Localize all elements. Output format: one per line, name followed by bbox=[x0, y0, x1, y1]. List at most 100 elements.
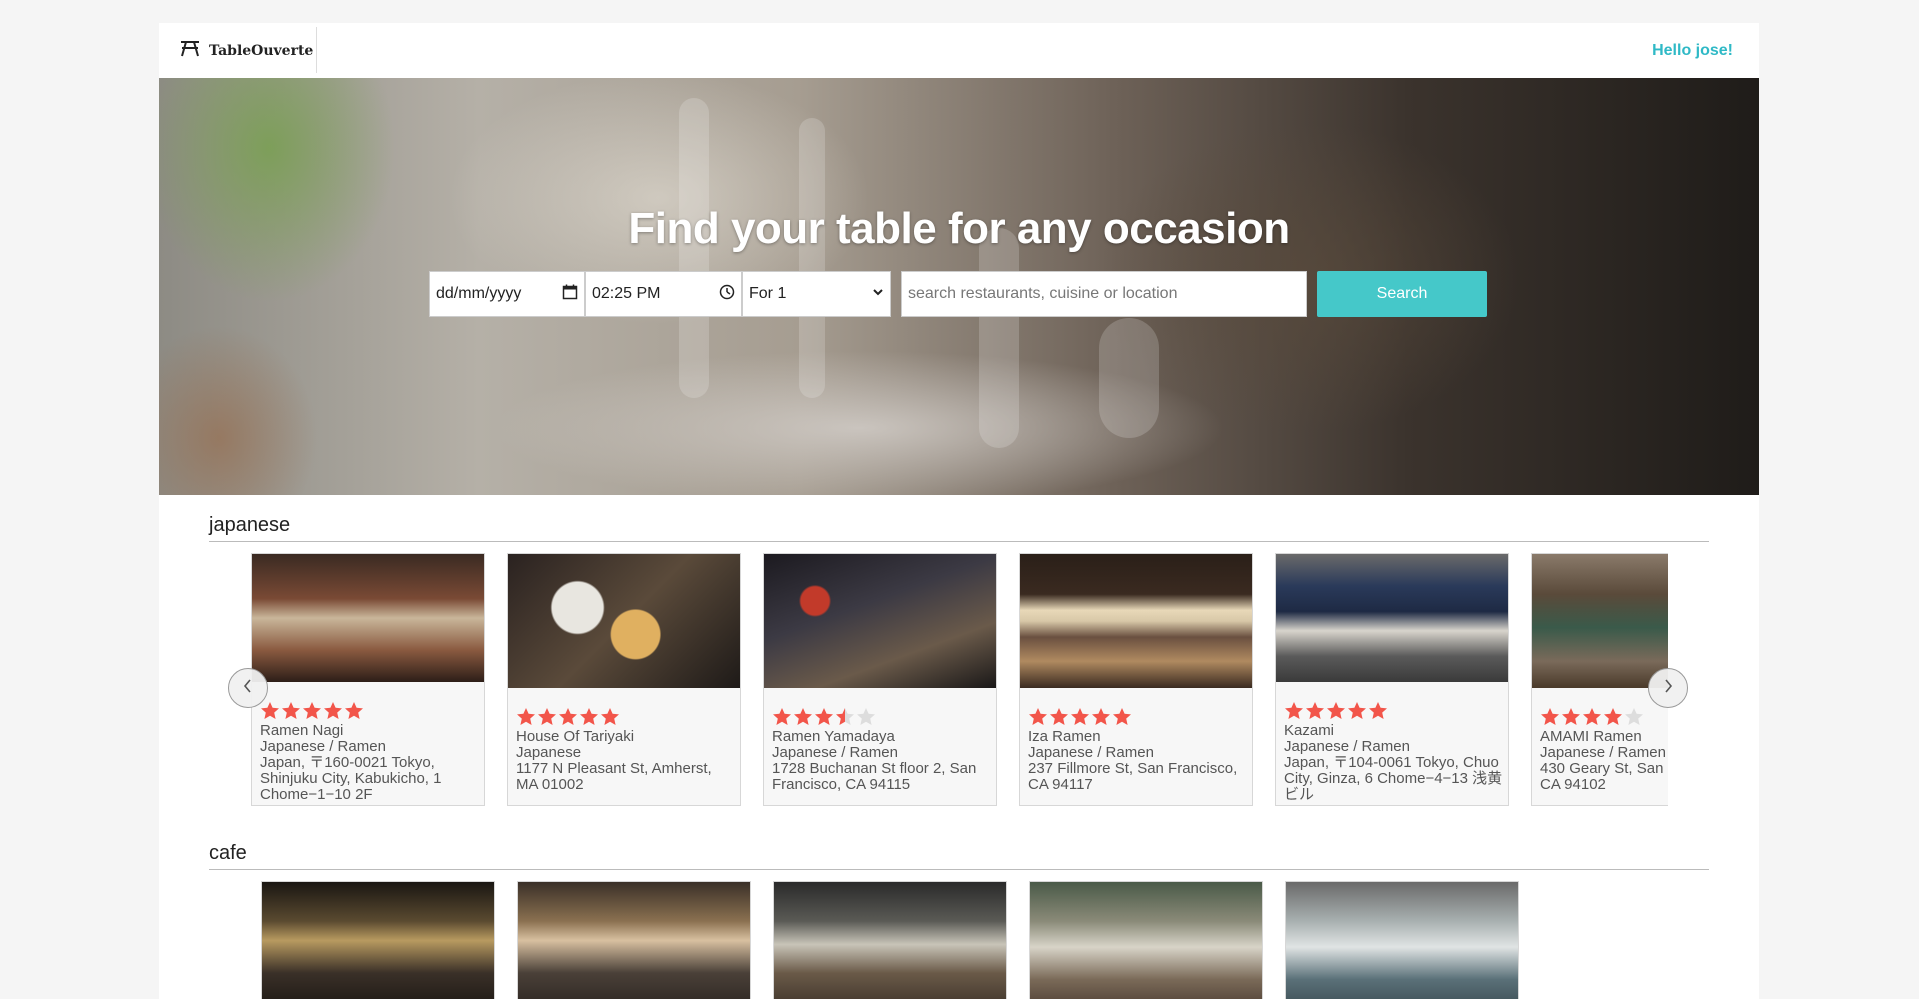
restaurant-carousel-japanese: Ramen Nagi Japanese / Ramen Japan, 〒160-… bbox=[251, 553, 1668, 807]
restaurant-name: Iza Ramen bbox=[1028, 728, 1101, 745]
star-icon bbox=[580, 708, 598, 725]
star-icon bbox=[1306, 702, 1324, 719]
star-rating bbox=[1028, 707, 1248, 726]
star-icon bbox=[1327, 702, 1345, 719]
card-body: Kazami Japanese / Ramen Japan, 〒104-0061… bbox=[1284, 701, 1504, 803]
restaurant-address: Japan, 〒160-0021 Tokyo, Shinjuku City, K… bbox=[260, 754, 442, 803]
restaurant-card[interactable] bbox=[261, 881, 495, 999]
card-body: AMAMI Ramen Japanese / Ramen 430 Geary S… bbox=[1540, 707, 1668, 793]
search-button[interactable]: Search bbox=[1317, 271, 1487, 317]
card-body: House Of Tariyaki Japanese 1177 N Pleasa… bbox=[516, 707, 736, 793]
restaurant-name: Kazami bbox=[1284, 722, 1335, 739]
star-icon bbox=[773, 708, 791, 725]
restaurant-address: 1177 N Pleasant St, Amherst, MA 01002 bbox=[516, 760, 712, 793]
carousel-next-button[interactable] bbox=[1648, 668, 1688, 708]
restaurant-address: Japan, 〒104-0061 Tokyo, Chuo City, Ginza… bbox=[1284, 754, 1503, 803]
restaurant-name: AMAMI Ramen bbox=[1540, 728, 1642, 745]
restaurant-name: Ramen Yamadaya bbox=[772, 728, 895, 745]
star-rating bbox=[1284, 701, 1504, 720]
hero-glass-decor bbox=[979, 228, 1019, 448]
restaurant-name: House Of Tariyaki bbox=[516, 728, 635, 745]
star-icon bbox=[282, 702, 300, 719]
restaurant-address: 1728 Buchanan St floor 2, San Francisco,… bbox=[772, 760, 977, 793]
carousel-prev-button[interactable] bbox=[228, 668, 268, 708]
star-icon bbox=[1348, 702, 1366, 719]
star-icon bbox=[1541, 708, 1559, 725]
restaurant-photo bbox=[774, 882, 1006, 999]
search-input-placeholder: search restaurants, cuisine or location bbox=[908, 285, 1178, 302]
star-icon bbox=[324, 702, 342, 719]
star-icon bbox=[261, 702, 279, 719]
chevron-down-icon bbox=[872, 285, 884, 303]
star-icon bbox=[517, 708, 535, 725]
party-size-select[interactable]: For 1 bbox=[742, 271, 891, 317]
restaurant-cuisine: Japanese bbox=[516, 744, 582, 761]
star-icon bbox=[559, 708, 577, 725]
restaurant-photo bbox=[1030, 882, 1262, 999]
restaurant-cuisine: Japanese / Ramen bbox=[1284, 738, 1410, 755]
star-icon bbox=[601, 708, 619, 725]
restaurant-card[interactable] bbox=[1285, 881, 1519, 999]
restaurant-card[interactable]: Ramen Yamadaya Japanese / Ramen 1728 Buc… bbox=[763, 553, 997, 806]
star-rating bbox=[260, 701, 480, 720]
star-rating bbox=[772, 707, 992, 726]
star-icon bbox=[1562, 708, 1580, 725]
hero-title: Find your table for any occasion bbox=[628, 204, 1290, 253]
hero-banner: Find your table for any occasion dd/mm/y… bbox=[159, 78, 1759, 495]
restaurant-carousel-cafe bbox=[251, 881, 1668, 999]
star-icon bbox=[1050, 708, 1068, 725]
restaurant-card[interactable] bbox=[517, 881, 751, 999]
restaurant-card[interactable] bbox=[773, 881, 1007, 999]
restaurant-cuisine: Japanese / Ramen bbox=[1028, 744, 1154, 761]
section-divider bbox=[209, 869, 1709, 870]
clock-icon bbox=[719, 284, 735, 305]
restaurant-photo bbox=[1532, 554, 1668, 688]
star-icon bbox=[1092, 708, 1110, 725]
restaurant-card[interactable] bbox=[1029, 881, 1263, 999]
hero-glass-decor bbox=[1099, 318, 1159, 438]
card-body: Iza Ramen Japanese / Ramen 237 Fillmore … bbox=[1028, 707, 1248, 793]
restaurant-card[interactable]: Ramen Nagi Japanese / Ramen Japan, 〒160-… bbox=[251, 553, 485, 806]
star-rating bbox=[1540, 707, 1668, 726]
time-input[interactable]: 02:25 PM bbox=[585, 271, 742, 317]
star-icon bbox=[857, 708, 875, 725]
star-icon bbox=[1113, 708, 1131, 725]
card-body: Ramen Nagi Japanese / Ramen Japan, 〒160-… bbox=[260, 701, 480, 803]
brand-logo-link[interactable]: TableOuverte bbox=[179, 23, 313, 78]
user-greeting-link[interactable]: Hello jose! bbox=[1652, 23, 1733, 78]
restaurant-cuisine: Japanese / Ramen bbox=[772, 744, 898, 761]
restaurant-card[interactable]: Iza Ramen Japanese / Ramen 237 Fillmore … bbox=[1019, 553, 1253, 806]
star-icon bbox=[1029, 708, 1047, 725]
top-navbar: TableOuverte Hello jose! bbox=[159, 23, 1759, 78]
calendar-icon bbox=[562, 284, 578, 305]
star-icon bbox=[303, 702, 321, 719]
time-input-value: 02:25 PM bbox=[592, 285, 661, 302]
hero-glass-decor bbox=[799, 118, 825, 398]
section-divider bbox=[209, 541, 1709, 542]
star-icon bbox=[794, 708, 812, 725]
date-input[interactable]: dd/mm/yyyy bbox=[429, 271, 585, 317]
star-icon bbox=[1285, 702, 1303, 719]
star-icon bbox=[1625, 708, 1643, 725]
star-icon bbox=[538, 708, 556, 725]
star-rating bbox=[516, 707, 736, 726]
restaurant-photo bbox=[1020, 554, 1252, 688]
section-title-japanese: japanese bbox=[209, 514, 291, 536]
restaurant-card[interactable]: House Of Tariyaki Japanese 1177 N Pleasa… bbox=[507, 553, 741, 806]
party-size-value: For 1 bbox=[749, 285, 787, 302]
search-input[interactable]: search restaurants, cuisine or location bbox=[901, 271, 1307, 317]
section-title-cafe: cafe bbox=[209, 842, 247, 864]
restaurant-card[interactable]: AMAMI Ramen Japanese / Ramen 430 Geary S… bbox=[1531, 553, 1668, 806]
picnic-table-icon bbox=[179, 39, 201, 62]
date-input-value: dd/mm/yyyy bbox=[436, 285, 522, 302]
star-icon bbox=[1583, 708, 1601, 725]
restaurant-address: 430 Geary St, San Francisco, CA 94102 bbox=[1540, 760, 1668, 793]
star-icon bbox=[1604, 708, 1622, 725]
restaurant-photo bbox=[1286, 882, 1518, 999]
restaurant-card[interactable]: Kazami Japanese / Ramen Japan, 〒104-0061… bbox=[1275, 553, 1509, 806]
restaurant-photo bbox=[252, 554, 484, 682]
restaurant-photo bbox=[262, 882, 494, 999]
reservation-search-bar: dd/mm/yyyy 02:25 PM For 1 search restaur… bbox=[429, 271, 1487, 317]
brand-divider bbox=[316, 27, 317, 73]
star-icon bbox=[1071, 708, 1089, 725]
